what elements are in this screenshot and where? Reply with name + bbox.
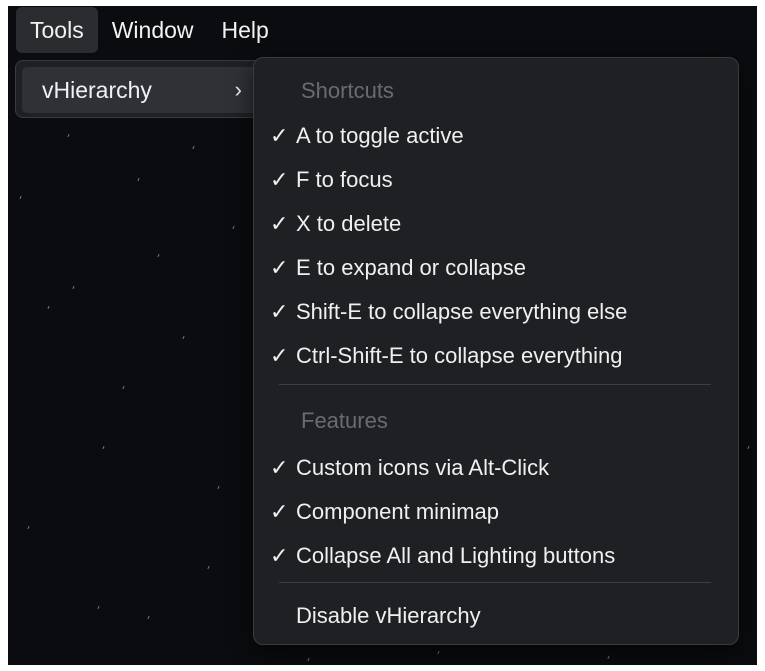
- checkmark-icon: ✓: [270, 343, 289, 368]
- chevron-right-icon: ›: [234, 77, 242, 102]
- menu-item-label: Shift-E to collapse everything else: [296, 299, 628, 324]
- menu-separator: [279, 384, 711, 385]
- menu-item-toggle-active[interactable]: ✓ A to toggle active: [270, 116, 464, 156]
- tools-dropdown: vHierarchy ›: [15, 60, 265, 118]
- menu-item-collapse-lighting-buttons[interactable]: ✓ Collapse All and Lighting buttons: [270, 536, 615, 576]
- menu-item-component-minimap[interactable]: ✓ Component minimap: [270, 492, 499, 532]
- checkmark-icon: ✓: [270, 299, 289, 324]
- menu-item-expand-collapse[interactable]: ✓ E to expand or collapse: [270, 248, 526, 288]
- menu-item-custom-icons[interactable]: ✓ Custom icons via Alt-Click: [270, 448, 549, 488]
- checkmark-icon: ✓: [270, 499, 289, 524]
- menu-item-label: X to delete: [296, 211, 402, 236]
- menu-item-disable-vhierarchy[interactable]: Disable vHierarchy: [270, 596, 481, 636]
- checkmark-icon: ✓: [270, 543, 289, 568]
- menu-item-label: Ctrl-Shift-E to collapse everything: [296, 343, 623, 368]
- checkmark-icon: ✓: [270, 455, 289, 480]
- menu-item-label: F to focus: [296, 167, 393, 192]
- checkmark-icon: ✓: [270, 167, 289, 192]
- menu-tools[interactable]: Tools: [16, 7, 98, 53]
- menu-item-label: Disable vHierarchy: [296, 603, 481, 628]
- menu-bar: Tools Window Help: [16, 6, 283, 54]
- menu-item-collapse-all[interactable]: ✓ Ctrl-Shift-E to collapse everything: [270, 336, 622, 376]
- menu-separator: [279, 582, 711, 583]
- vhierarchy-menu-label: vHierarchy: [42, 76, 152, 103]
- menu-item-label: E to expand or collapse: [296, 255, 526, 280]
- checkmark-icon: ✓: [270, 211, 289, 236]
- checkmark-icon: ✓: [270, 123, 289, 148]
- menu-item-delete[interactable]: ✓ X to delete: [270, 204, 401, 244]
- menu-item-label: Component minimap: [296, 499, 499, 524]
- checkmark-icon: ✓: [270, 255, 289, 280]
- section-header-features: Features: [301, 408, 388, 433]
- menu-help[interactable]: Help: [208, 7, 283, 53]
- menu-item-label: Collapse All and Lighting buttons: [296, 543, 616, 568]
- menu-window[interactable]: Window: [98, 7, 208, 53]
- menu-item-focus[interactable]: ✓ F to focus: [270, 160, 393, 200]
- vhierarchy-submenu: Shortcuts ✓ A to toggle active ✓ F to fo…: [253, 57, 739, 645]
- menu-item-collapse-else[interactable]: ✓ Shift-E to collapse everything else: [270, 292, 627, 332]
- menu-item-label: Custom icons via Alt-Click: [296, 455, 550, 480]
- vhierarchy-menu-item[interactable]: vHierarchy ›: [22, 67, 258, 113]
- section-header-shortcuts: Shortcuts: [301, 78, 394, 103]
- menu-item-label: A to toggle active: [296, 123, 464, 148]
- desktop-background: Tools Window Help vHierarchy › Shortcuts…: [8, 6, 757, 665]
